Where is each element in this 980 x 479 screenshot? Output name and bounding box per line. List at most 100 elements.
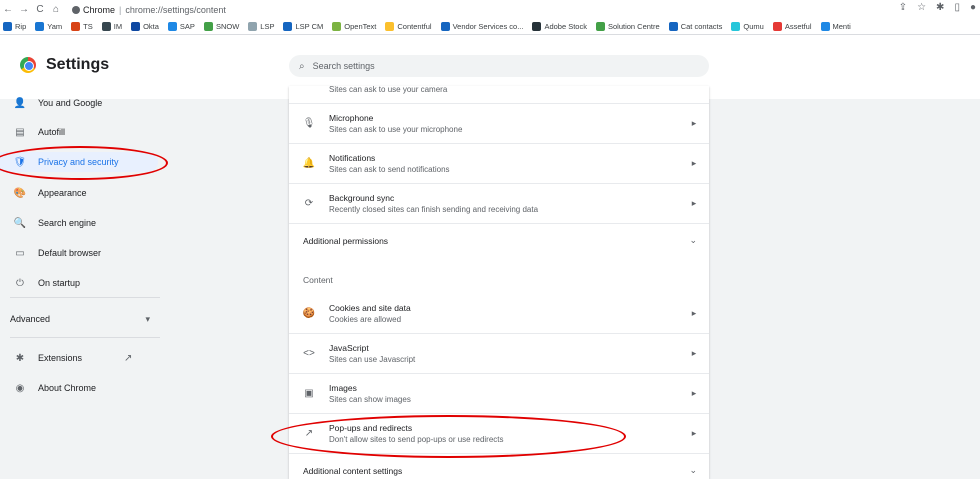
sidebar-item-extensions[interactable]: ✱ Extensions ↗ <box>0 348 170 368</box>
bookmark-item[interactable]: Assetful <box>772 22 812 31</box>
sidebar-item-default-browser[interactable]: ▭ Default browser <box>0 243 170 263</box>
additional-permissions-label: Additional permissions <box>303 235 389 246</box>
row-title: Images <box>329 383 357 393</box>
bookmark-item[interactable]: LSP CM <box>283 22 323 31</box>
bookmark-label: LSP CM <box>295 22 324 31</box>
bookmark-item[interactable]: SAP <box>167 22 195 31</box>
sidebar-item-appearance[interactable]: 🎨 Appearance <box>0 183 170 203</box>
bookmark-label: Assetful <box>784 22 812 31</box>
sidebar-item-label: Privacy and security <box>38 157 119 167</box>
javascript-row[interactable]: <> JavaScript Sites can use Javascript ▸ <box>289 333 709 373</box>
search-input[interactable]: ⌕ Search settings <box>289 55 709 77</box>
back-button[interactable]: ← <box>0 4 16 15</box>
bookmark-item[interactable]: Cat contacts <box>668 22 723 31</box>
additional-content-settings-toggle[interactable]: Additional content settings ⌄ <box>289 453 709 479</box>
chrome-icon: ◉ <box>15 382 25 394</box>
sidebar-item-label: On startup <box>38 278 81 288</box>
row-subtitle: Recently closed sites can finish sending… <box>329 205 539 214</box>
camera-subtitle: Sites can ask to use your camera <box>329 86 448 94</box>
browser-toolbar: ← → C ⌂ Chrome | chrome://settings/conte… <box>0 0 980 19</box>
bookmark-favicon-icon <box>820 22 830 31</box>
chevron-right-icon: ▸ <box>691 348 697 358</box>
notifications-row[interactable]: 🔔 Notifications Sites can ask to send no… <box>289 143 709 183</box>
chevron-right-icon: ▸ <box>691 428 697 438</box>
microphone-icon: 🎙 <box>302 118 316 129</box>
bookmark-item[interactable]: Qumu <box>731 22 764 31</box>
bookmark-label: SNOW <box>215 22 240 31</box>
puzzle-icon: ✱ <box>15 352 25 364</box>
row-title: Pop-ups and redirects <box>329 423 413 433</box>
bookmark-star-icon[interactable]: ☆ <box>917 2 926 13</box>
bookmark-item[interactable]: Solution Centre <box>595 22 660 31</box>
bookmark-item[interactable]: Adobe Stock <box>532 22 587 31</box>
chevron-right-icon: ▸ <box>691 158 697 168</box>
profile-icon[interactable]: ● <box>970 2 976 13</box>
person-icon: 👤 <box>13 97 27 109</box>
bookmark-label: Cat contacts <box>680 22 723 31</box>
sidebar-item-on-startup[interactable]: ⏻ On startup <box>0 273 170 293</box>
bookmark-label: Okta <box>143 22 159 31</box>
bookmark-favicon-icon <box>203 22 213 31</box>
bookmark-item[interactable]: Menti <box>820 22 851 31</box>
bookmark-favicon-icon <box>283 22 293 31</box>
bookmark-item[interactable]: Okta <box>131 22 159 31</box>
bookmarks-bar: Rip Yam TS IM Okta SAP SNOW LSP LSP CM OpenText Co… <box>0 19 980 35</box>
bookmark-item[interactable]: Vendor Services co... <box>440 22 524 31</box>
bookmark-item[interactable]: Yam <box>35 22 62 31</box>
sidebar-item-search-engine[interactable]: 🔍 Search engine <box>0 213 170 233</box>
popups-redirects-row[interactable]: ↗ Pop-ups and redirects Don't allow site… <box>289 413 709 453</box>
bookmark-item[interactable]: TS <box>71 22 93 31</box>
cookies-row[interactable]: 🍪 Cookies and site data Cookies are allo… <box>289 293 709 333</box>
bookmark-item[interactable]: LSP <box>248 22 274 31</box>
chevron-down-icon: ⌄ <box>689 235 697 245</box>
home-button[interactable]: ⌂ <box>48 4 64 15</box>
sidebar-item-label: Autofill <box>38 127 66 137</box>
extensions-puzzle-icon[interactable]: ✱ <box>936 2 944 13</box>
microphone-row[interactable]: 🎙 Microphone Sites can ask to use your m… <box>289 103 709 143</box>
chevron-right-icon: ▸ <box>691 388 697 398</box>
bookmark-favicon-icon <box>35 22 45 31</box>
bookmark-label: Solution Centre <box>607 22 660 31</box>
additional-permissions-toggle[interactable]: Additional permissions ⌄ <box>289 223 709 257</box>
sidebar-item-you-and-google[interactable]: 👤 You and Google <box>0 93 170 113</box>
row-title: Background sync <box>329 193 395 203</box>
chevron-right-icon: ▸ <box>691 198 697 208</box>
sidebar-item-label: About Chrome <box>38 383 97 393</box>
row-title: JavaScript <box>329 343 369 353</box>
side-panel-icon[interactable]: ▯ <box>954 2 960 13</box>
bookmark-item[interactable]: Rip <box>3 22 26 31</box>
open-in-new-icon: ↗ <box>304 428 314 439</box>
autofill-icon: ▤ <box>15 126 25 138</box>
background-sync-row[interactable]: ⟳ Background sync Recently closed sites … <box>289 183 709 223</box>
bookmark-favicon-icon <box>668 22 678 31</box>
chevron-down-icon: ⌄ <box>689 465 697 475</box>
forward-button[interactable]: → <box>16 4 32 15</box>
bookmark-favicon-icon <box>595 22 605 31</box>
sidebar-advanced-toggle[interactable]: Advanced ▾ <box>10 309 150 329</box>
search-icon: ⌕ <box>299 60 305 72</box>
bookmark-label: Contentful <box>397 22 432 31</box>
bookmark-label: Qumu <box>743 22 764 31</box>
bookmark-label: IM <box>113 22 123 31</box>
sidebar-item-autofill[interactable]: ▤ Autofill <box>0 122 170 142</box>
site-settings-card: Sites can ask to use your camera 🎙 Micro… <box>289 86 709 479</box>
address-bar[interactable]: Chrome | chrome://settings/content <box>68 2 226 17</box>
bookmark-label: Vendor Services co... <box>452 22 524 31</box>
sidebar-item-about-chrome[interactable]: ◉ About Chrome <box>0 378 170 398</box>
bookmark-favicon-icon <box>167 22 177 31</box>
sidebar-item-privacy-and-security[interactable]: 🛡 Privacy and security <box>0 152 158 172</box>
row-subtitle: Sites can ask to send notifications <box>329 165 450 174</box>
camera-row[interactable]: Sites can ask to use your camera <box>289 86 709 96</box>
bookmark-item[interactable]: IM <box>101 22 123 31</box>
reload-button[interactable]: C <box>32 4 48 15</box>
bookmark-item[interactable]: SNOW <box>203 22 240 31</box>
sidebar-divider <box>10 337 160 338</box>
bookmark-item[interactable]: OpenText <box>332 22 376 31</box>
row-title: Notifications <box>329 153 376 163</box>
share-icon[interactable]: ⇪ <box>899 2 907 13</box>
bookmark-item[interactable]: Contentful <box>385 22 432 31</box>
bookmark-favicon-icon <box>101 22 111 31</box>
images-row[interactable]: ▣ Images Sites can show images ▸ <box>289 373 709 413</box>
bookmark-label: Rip <box>15 22 27 31</box>
advanced-label: Advanced <box>10 314 51 324</box>
